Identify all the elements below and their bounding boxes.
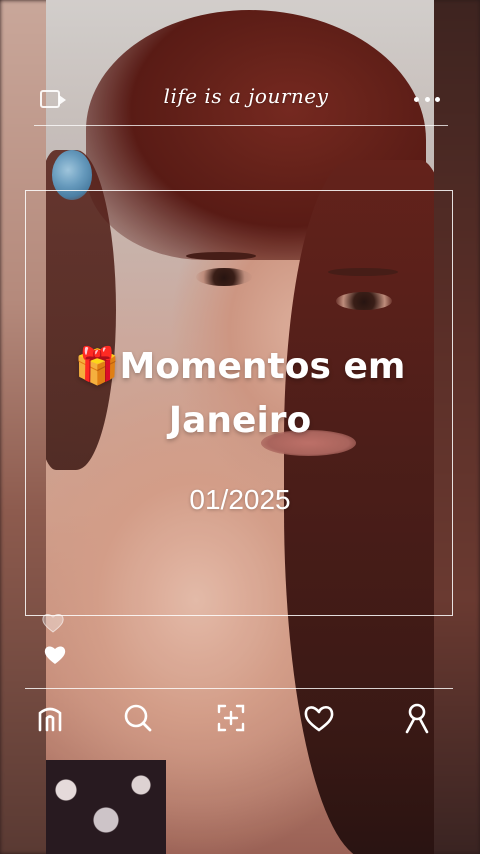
header-divider [34, 125, 448, 126]
date-label: 01/2025 [189, 484, 291, 515]
story-header: life is a journey [36, 78, 450, 124]
bottom-nav [25, 694, 453, 742]
gift-emoji: 🎁 [74, 346, 120, 387]
home-icon[interactable] [32, 700, 68, 736]
heart-filled-icon[interactable] [43, 644, 66, 664]
headline-text: Momentos em Janeiro [119, 346, 406, 441]
story-screen: life is a journey 🎁Momentos em Janeiro 0… [0, 0, 480, 854]
more-icon[interactable] [414, 96, 440, 102]
headline: 🎁Momentos em Janeiro [40, 340, 440, 448]
header-title: life is a journey [163, 84, 329, 108]
video-icon[interactable] [40, 90, 66, 108]
nav-divider [25, 688, 453, 689]
search-icon[interactable] [120, 700, 156, 736]
add-icon[interactable] [213, 700, 249, 736]
heart-icon[interactable] [301, 700, 337, 736]
profile-icon[interactable] [399, 700, 435, 736]
heart-outline-icon[interactable] [41, 612, 64, 633]
